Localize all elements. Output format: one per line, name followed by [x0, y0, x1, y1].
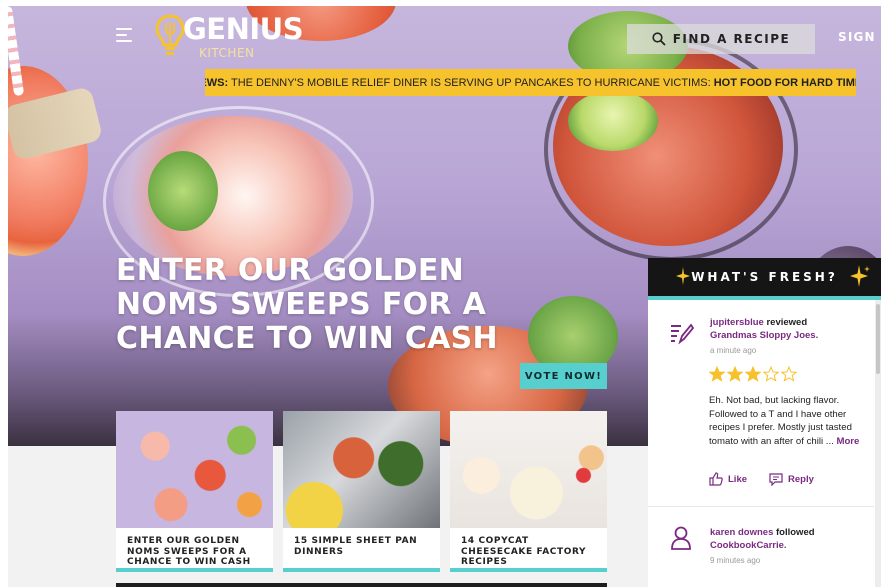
card-image: [450, 411, 607, 528]
sidebar-scrollbar[interactable]: [875, 300, 881, 587]
reply-label: Reply: [788, 473, 814, 485]
whats-fresh-panel: WHAT'S FRESH? jupitersblue reviewed Gran…: [648, 258, 881, 587]
star-filled-icon: [727, 366, 743, 382]
logo-wordmark-bottom: KITCHEN: [199, 46, 255, 60]
timestamp: 9 minutes ago: [710, 556, 761, 565]
vote-now-button[interactable]: VOTE NOW!: [520, 363, 607, 389]
feed-item-text: karen downes followed CookbookCarrie. 9 …: [710, 526, 870, 567]
user-link[interactable]: karen downes: [710, 527, 773, 538]
whats-fresh-title: WHAT'S FRESH?: [691, 270, 838, 284]
logo-wordmark-top: GENIUS: [183, 12, 304, 46]
star-filled-icon: [745, 366, 761, 382]
next-section-strip: [116, 583, 607, 587]
feed-item-text: jupitersblue reviewed Grandmas Sloppy Jo…: [710, 316, 870, 357]
user-icon: [671, 526, 691, 550]
card-image: [283, 411, 440, 528]
user-link[interactable]: jupitersblue: [710, 317, 764, 328]
star-rating: [709, 366, 797, 382]
followed-user-link[interactable]: CookbookCarrie.: [710, 540, 787, 551]
card-cheesecake-recipes[interactable]: 14 COPYCAT CHEESECAKE FACTORY RECIPES: [450, 411, 607, 572]
review-body: Eh. Not bad, but lacking flavor. Followe…: [709, 395, 852, 447]
feed-action: reviewed: [766, 317, 808, 328]
review-text: Eh. Not bad, but lacking flavor. Followe…: [709, 394, 865, 448]
news-text: THE DENNY'S MOBILE RELIEF DINER IS SERVI…: [228, 76, 714, 89]
reply-button[interactable]: Reply: [769, 472, 814, 486]
card-golden-noms[interactable]: ENTER OUR GOLDEN NOMS SWEEPS FOR A CHANC…: [116, 411, 273, 572]
lightbulb-fork-icon: [155, 14, 185, 55]
like-label: Like: [728, 473, 748, 485]
feed-item-follow: karen downes followed CookbookCarrie. 9 …: [648, 507, 874, 587]
star-empty-icon: [781, 366, 797, 382]
star-empty-icon: [763, 366, 779, 382]
card-accent-bar: [450, 568, 607, 572]
news-highlight-link[interactable]: HOT FOOD FOR HARD TIMES: [714, 77, 856, 89]
sign-in-link[interactable]: SIGN IN: [838, 30, 881, 44]
menu-icon[interactable]: [116, 28, 132, 42]
search-icon: [652, 32, 666, 46]
star-filled-icon: [709, 366, 725, 382]
feed-action: followed: [776, 527, 815, 538]
card-title: 14 COPYCAT CHEESECAKE FACTORY RECIPES: [461, 536, 587, 567]
genius-kitchen-logo[interactable]: GENIUS KITCHEN: [155, 12, 315, 62]
timestamp: a minute ago: [710, 346, 757, 355]
card-title: ENTER OUR GOLDEN NOMS SWEEPS FOR A CHANC…: [127, 536, 251, 567]
news-ticker[interactable]: NEWS: THE DENNY'S MOBILE RELIEF DINER IS…: [205, 69, 856, 96]
mint-leaf-image: [148, 151, 218, 231]
thumbs-up-icon: [709, 472, 723, 486]
feed-item-review: jupitersblue reviewed Grandmas Sloppy Jo…: [648, 300, 874, 507]
lime-wedge-image: [568, 91, 658, 151]
card-sheet-pan-dinners[interactable]: 15 SIMPLE SHEET PAN DINNERS: [283, 411, 440, 572]
recipe-link[interactable]: Grandmas Sloppy Joes.: [710, 330, 818, 341]
news-label: NEWS:: [205, 76, 229, 89]
whats-fresh-header: WHAT'S FRESH?: [648, 258, 881, 296]
find-recipe-button[interactable]: FIND A RECIPE: [627, 24, 815, 54]
card-title: 15 SIMPLE SHEET PAN DINNERS: [294, 536, 418, 557]
hero-headline[interactable]: ENTER OUR GOLDEN NOMS SWEEPS FOR A CHANC…: [116, 254, 516, 356]
card-accent-bar: [116, 568, 273, 572]
more-link[interactable]: More: [836, 436, 859, 447]
comment-icon: [769, 473, 783, 486]
like-button[interactable]: Like: [709, 472, 747, 486]
sparkle-icon: [850, 265, 870, 287]
review-actions: Like Reply: [709, 472, 814, 486]
scrollbar-thumb[interactable]: [876, 304, 880, 374]
find-recipe-label: FIND A RECIPE: [672, 32, 791, 46]
review-pencil-icon: [671, 323, 694, 345]
page-frame: GENIUS KITCHEN FIND A RECIPE SIGN IN NEW…: [8, 6, 881, 587]
sparkle-icon: [676, 267, 690, 285]
card-accent-bar: [283, 568, 440, 572]
card-image: [116, 411, 273, 528]
